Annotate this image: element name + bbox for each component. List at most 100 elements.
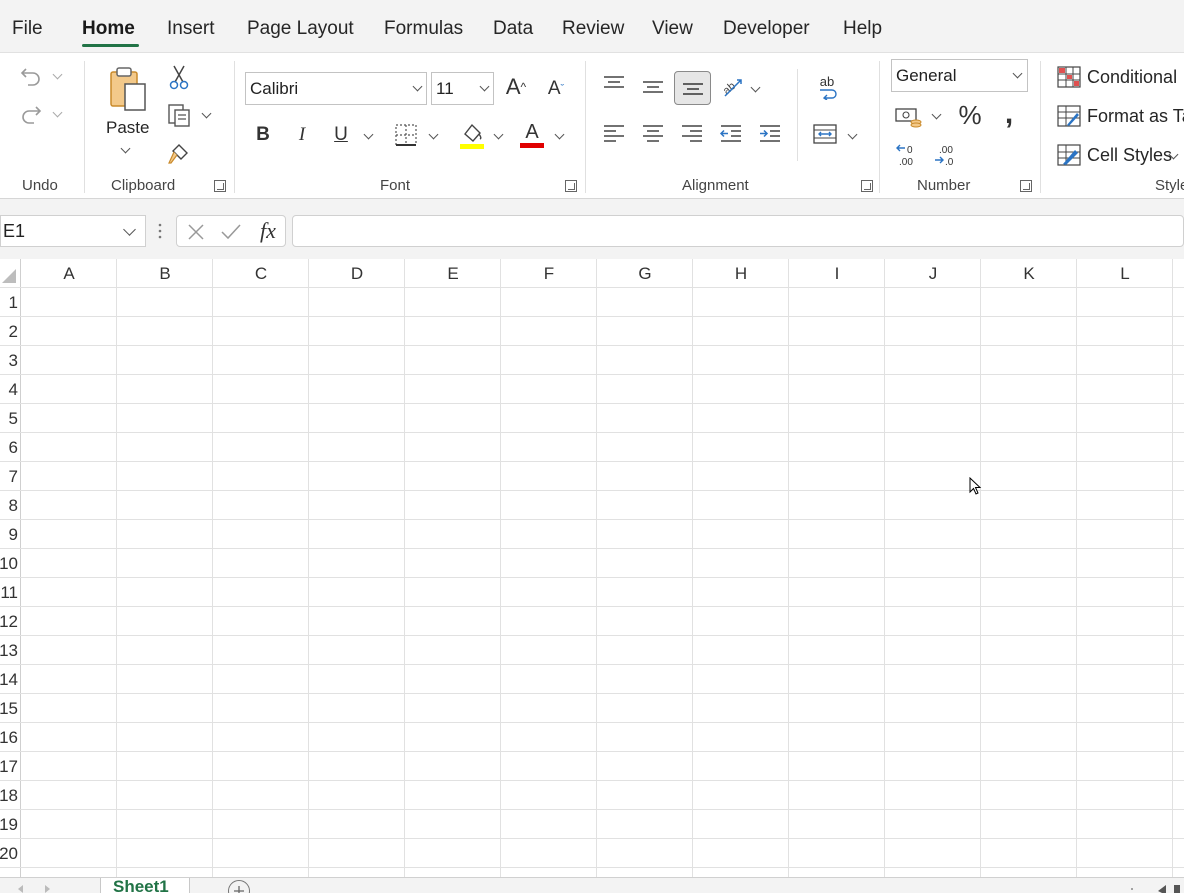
sheet-tab-sheet1[interactable]: Sheet1 [100,878,190,893]
font-color-button[interactable]: A [519,117,545,151]
column-header-c[interactable]: C [213,259,309,288]
underline-dropdown-caret[interactable] [363,129,374,140]
row-header-3[interactable]: 3 [0,346,22,375]
menu-formulas[interactable]: Formulas [384,18,463,40]
merge-center-button[interactable] [811,121,839,147]
row-header-16[interactable]: 16 [0,723,22,752]
cancel-entry-icon[interactable] [185,221,207,243]
cut-button[interactable] [166,63,192,91]
decrease-indent-button[interactable] [718,121,744,147]
increase-decimal-button[interactable]: 0.00 [895,141,923,169]
column-header-d[interactable]: D [309,259,405,288]
undo-button[interactable] [14,61,48,91]
row-header-19[interactable]: 19 [0,810,22,839]
column-header-b[interactable]: B [117,259,213,288]
copy-dropdown-caret[interactable] [201,108,212,119]
row-header-8[interactable]: 8 [0,491,22,520]
row-header-14[interactable]: 14 [0,665,22,694]
font-size-select[interactable]: 11 [431,72,494,105]
align-bottom-button[interactable] [674,71,711,105]
row-header-10[interactable]: 10 [0,549,22,578]
underline-button[interactable]: U [330,121,352,149]
bold-button[interactable]: B [252,121,274,149]
row-header-6[interactable]: 6 [0,433,22,462]
borders-button[interactable] [392,121,420,149]
orientation-dropdown-caret[interactable] [750,82,761,93]
row-header-9[interactable]: 9 [0,520,22,549]
accounting-dropdown-caret[interactable] [931,109,942,120]
confirm-entry-icon[interactable] [219,221,243,243]
row-header-12[interactable]: 12 [0,607,22,636]
merge-dropdown-caret[interactable] [847,129,858,140]
fill-color-button[interactable] [458,119,486,151]
font-dialog-launcher-icon[interactable] [565,180,577,192]
paste-dropdown-caret[interactable] [120,143,131,154]
redo-button[interactable] [14,99,48,129]
paste-button[interactable] [104,63,152,113]
column-header-i[interactable]: I [789,259,885,288]
column-header-a[interactable]: A [21,259,117,288]
menu-review[interactable]: Review [562,18,624,40]
increase-indent-button[interactable] [757,121,783,147]
number-dialog-launcher-icon[interactable] [1020,180,1032,192]
comma-style-button[interactable]: , [998,97,1020,131]
row-header-20[interactable]: 20 [0,839,22,868]
orientation-button[interactable]: ab [718,73,746,101]
column-header-f[interactable]: F [501,259,597,288]
column-header-h[interactable]: H [693,259,789,288]
row-header-17[interactable]: 17 [0,752,22,781]
decrease-decimal-button[interactable]: .00.0 [933,141,963,169]
italic-button[interactable]: I [292,121,312,149]
column-header-l[interactable]: L [1077,259,1173,288]
row-header-5[interactable]: 5 [0,404,22,433]
align-right-button[interactable] [679,121,705,147]
select-all-button[interactable] [0,259,20,288]
row-header-18[interactable]: 18 [0,781,22,810]
column-header-e[interactable]: E [405,259,501,288]
worksheet-grid[interactable]: ABCDEFGHIJKL 1 2 3 4 5 6 7 8 9 10 11 12 13 14 15 16 17 18… [0,259,1184,877]
column-header-k[interactable]: K [981,259,1077,288]
align-middle-button[interactable] [640,76,666,98]
row-header-2[interactable]: 2 [0,317,22,346]
menu-developer[interactable]: Developer [723,18,810,40]
menu-data[interactable]: Data [493,18,533,40]
tab-split-grip-icon[interactable] [1130,884,1134,893]
alignment-dialog-launcher-icon[interactable] [861,180,873,192]
conditional-formatting-button[interactable]: Conditional [1087,67,1177,88]
align-left-button[interactable] [601,121,627,147]
formula-input[interactable] [292,215,1184,247]
shrink-font-button[interactable]: Aˇ [542,75,570,103]
align-center-button[interactable] [640,121,666,147]
menu-view[interactable]: View [652,18,693,40]
font-name-select[interactable]: Calibri [245,72,427,105]
formula-bar-grip-icon[interactable] [158,221,162,241]
row-header-11[interactable]: 11 [0,578,22,607]
column-header-g[interactable]: G [597,259,693,288]
format-painter-button[interactable] [166,139,192,167]
grow-font-button[interactable]: A ^ [502,71,530,103]
horizontal-scroll-left-icon[interactable] [1154,882,1184,893]
fill-color-dropdown-caret[interactable] [493,129,504,140]
menu-home[interactable]: Home [82,18,135,40]
scroll-tabs-left-icon[interactable] [8,882,28,893]
menu-insert[interactable]: Insert [167,18,215,40]
insert-function-button[interactable]: fx [255,218,281,244]
cell-styles-button[interactable]: Cell Styles [1087,145,1172,166]
align-top-button[interactable] [601,73,627,95]
copy-button[interactable] [164,101,194,129]
menu-help[interactable]: Help [843,18,882,40]
borders-dropdown-caret[interactable] [428,129,439,140]
number-format-select[interactable]: General [891,59,1028,92]
row-header-4[interactable]: 4 [0,375,22,404]
scroll-tabs-right-icon[interactable] [40,882,60,893]
percent-style-button[interactable]: % [955,99,985,131]
column-header-j[interactable]: J [885,259,981,288]
redo-dropdown-caret[interactable] [52,107,63,118]
wrap-text-button[interactable]: ab [812,73,842,103]
accounting-format-button[interactable] [893,103,925,131]
undo-dropdown-caret[interactable] [52,69,63,80]
row-header-15[interactable]: 15 [0,694,22,723]
format-as-table-button[interactable]: Format as Ta [1087,106,1184,127]
font-color-dropdown-caret[interactable] [554,129,565,140]
new-sheet-button[interactable] [228,880,250,893]
